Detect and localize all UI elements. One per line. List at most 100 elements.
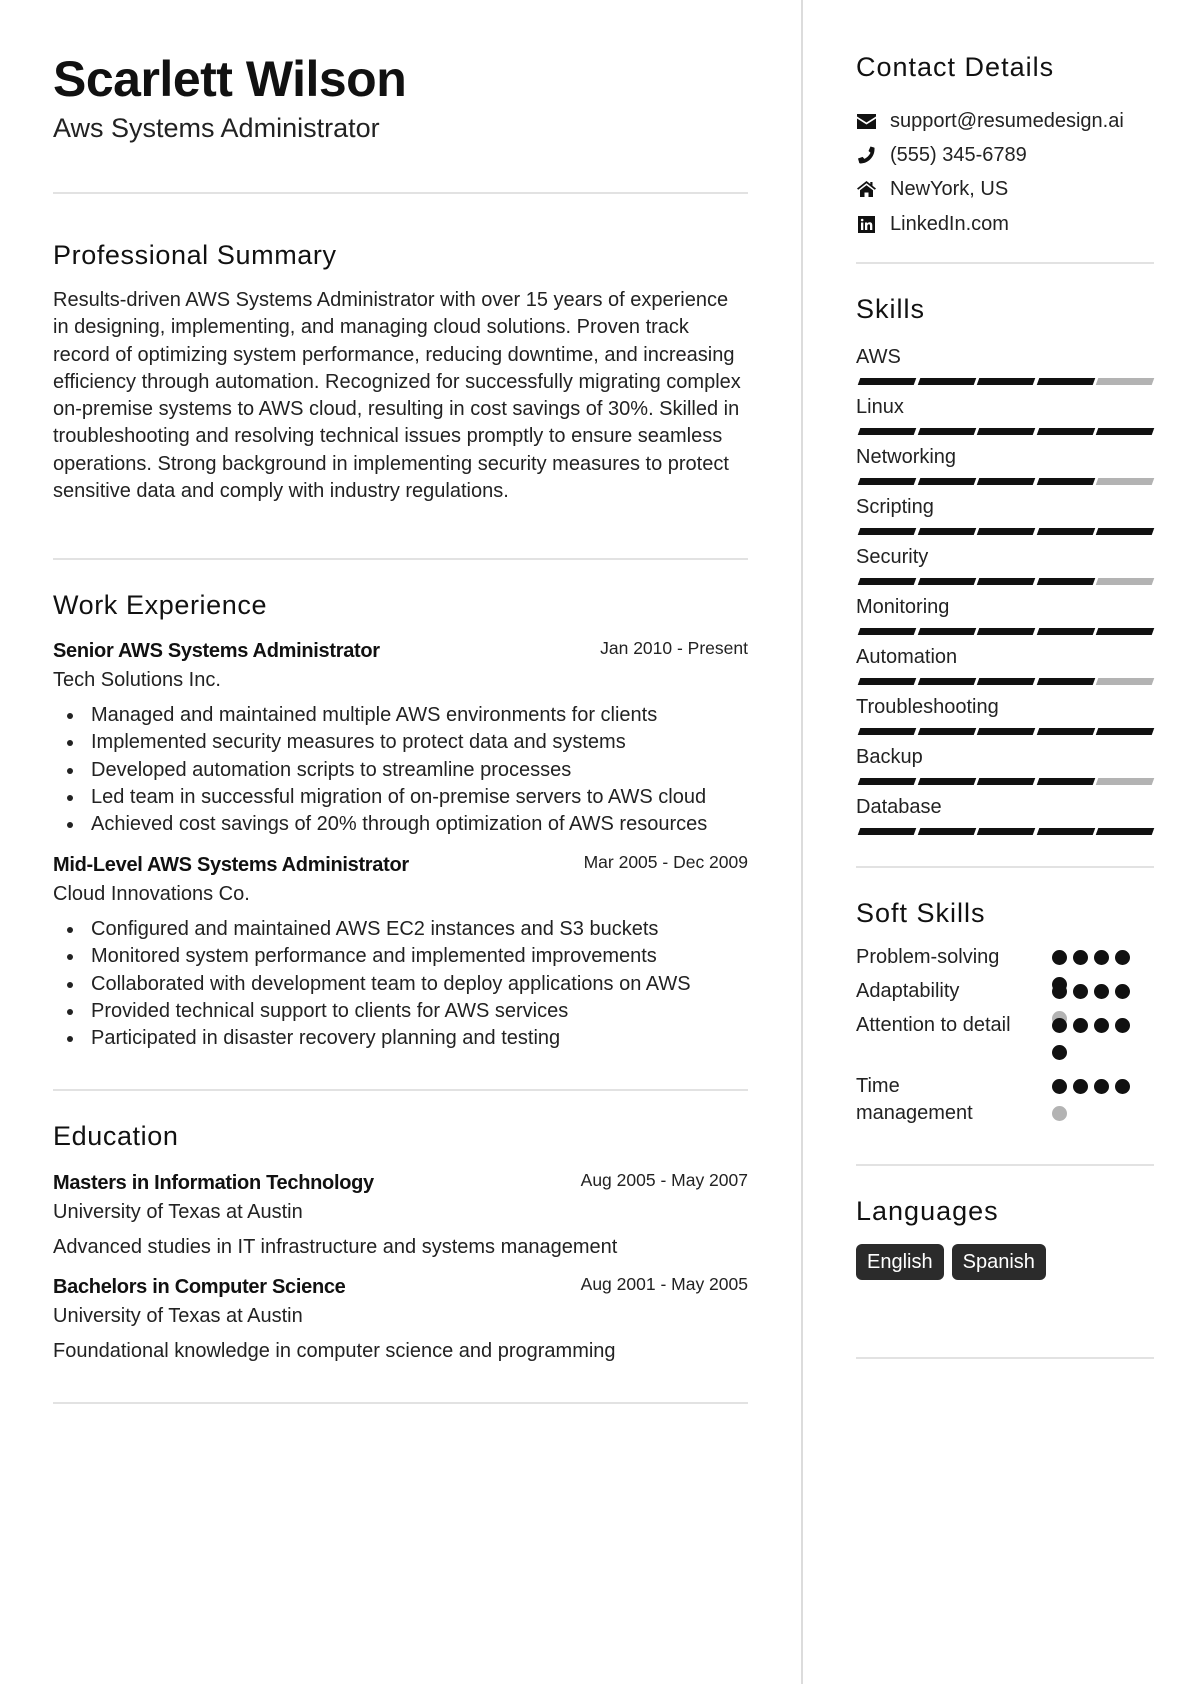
skill-segment-filled bbox=[917, 428, 976, 435]
header-divider bbox=[53, 192, 748, 194]
bullet-icon bbox=[67, 822, 73, 829]
skill-segment-filled bbox=[1036, 778, 1095, 785]
skill-segment-filled bbox=[1036, 378, 1095, 385]
soft-skill-rating bbox=[1052, 1018, 1138, 1060]
skill-item: Backup bbox=[856, 744, 1155, 794]
skill-segment-filled bbox=[1095, 828, 1155, 835]
contact-phone[interactable]: (555) 345-6789 bbox=[856, 142, 1027, 168]
rating-dot-empty bbox=[1052, 1106, 1067, 1121]
skill-name: Troubleshooting bbox=[856, 696, 999, 718]
skill-segment-filled bbox=[976, 578, 1036, 585]
education-dates: Aug 2005 - May 2007 bbox=[580, 1170, 748, 1190]
skill-name: Security bbox=[856, 546, 929, 568]
candidate-name: Scarlett Wilson bbox=[53, 51, 407, 107]
skill-name: Linux bbox=[856, 396, 904, 418]
rating-dot-filled bbox=[1094, 950, 1109, 965]
skill-segment-filled bbox=[976, 428, 1036, 435]
job-entry: Senior AWS Systems Administrator Jan 201… bbox=[53, 638, 748, 838]
skill-segment-filled bbox=[857, 678, 917, 685]
skill-segment-filled bbox=[976, 528, 1036, 535]
skill-item: Security bbox=[856, 544, 1155, 594]
skill-item: Networking bbox=[856, 444, 1155, 494]
skill-level-bar bbox=[856, 478, 1155, 485]
job-bullet: Monitored system performance and impleme… bbox=[53, 943, 748, 970]
skill-name: Database bbox=[856, 796, 942, 818]
job-title: Mid-Level AWS Systems Administrator bbox=[53, 854, 409, 876]
skill-segment-filled bbox=[917, 678, 976, 685]
rating-dot-filled bbox=[1115, 950, 1130, 965]
skill-segment-filled bbox=[857, 778, 917, 785]
job-bullet: Configured and maintained AWS EC2 instan… bbox=[53, 916, 748, 943]
skill-level-bar bbox=[856, 678, 1155, 685]
contact-linkedin[interactable]: LinkedIn.com bbox=[856, 211, 1009, 237]
contact-divider bbox=[856, 262, 1154, 264]
rating-dot-filled bbox=[1073, 1079, 1088, 1094]
contact-heading: Contact Details bbox=[856, 52, 1055, 82]
school: University of Texas at Austin bbox=[53, 1201, 303, 1223]
skill-item: Database bbox=[856, 794, 1155, 844]
education-entry: Masters in Information Technology Aug 20… bbox=[53, 1170, 748, 1261]
job-dates: Mar 2005 - Dec 2009 bbox=[583, 852, 748, 872]
skill-level-bar bbox=[856, 528, 1155, 535]
skill-segment-filled bbox=[976, 628, 1036, 635]
skill-segment-filled bbox=[1095, 528, 1155, 535]
bullet-icon bbox=[67, 713, 73, 719]
skill-segment-empty bbox=[1095, 578, 1155, 585]
job-bullet: Led team in successful migration of on-p… bbox=[53, 784, 748, 811]
job-bullet: Managed and maintained multiple AWS envi… bbox=[53, 702, 748, 729]
rating-dot-filled bbox=[1115, 1018, 1130, 1033]
skill-segment-filled bbox=[917, 578, 976, 585]
rating-dot-filled bbox=[1052, 984, 1067, 999]
skill-segment-filled bbox=[857, 578, 917, 585]
skill-segment-filled bbox=[857, 728, 917, 735]
soft-skill-rating bbox=[1052, 1079, 1138, 1121]
soft-skills-heading: Soft Skills bbox=[856, 898, 986, 928]
languages-divider bbox=[856, 1357, 1154, 1359]
bullet-icon bbox=[67, 927, 73, 933]
bullet-icon bbox=[67, 794, 73, 801]
skill-item: AWS bbox=[856, 344, 1155, 394]
phone-icon bbox=[856, 145, 876, 165]
soft-skill-name: Attention to detail bbox=[856, 1014, 1011, 1036]
skill-segment-filled bbox=[917, 528, 976, 535]
skill-level-bar bbox=[856, 578, 1155, 585]
skill-level-bar bbox=[856, 378, 1155, 385]
column-divider bbox=[801, 0, 803, 1684]
skill-segment-filled bbox=[976, 778, 1036, 785]
contact-email[interactable]: support@resumedesign.ai bbox=[856, 108, 1124, 134]
skill-item: Linux bbox=[856, 394, 1155, 444]
skill-level-bar bbox=[856, 828, 1155, 835]
skill-level-bar bbox=[856, 728, 1155, 735]
skill-segment-filled bbox=[917, 628, 976, 635]
skill-segment-filled bbox=[917, 828, 976, 835]
skill-segment-filled bbox=[976, 728, 1036, 735]
education-divider bbox=[53, 1402, 748, 1404]
skill-segment-filled bbox=[857, 478, 917, 485]
skill-level-bar bbox=[856, 428, 1155, 435]
skill-segment-empty bbox=[1095, 778, 1155, 785]
rating-dot-filled bbox=[1052, 1045, 1067, 1060]
summary-text: Results-driven AWS Systems Administrator… bbox=[53, 289, 741, 503]
skill-segment-empty bbox=[1095, 378, 1155, 385]
skill-segment-filled bbox=[1036, 728, 1095, 735]
job-bullet: Participated in disaster recovery planni… bbox=[53, 1025, 748, 1052]
job-entry: Mid-Level AWS Systems Administrator Mar … bbox=[53, 852, 748, 1052]
skill-segment-filled bbox=[857, 378, 917, 385]
linkedin-icon bbox=[856, 214, 876, 234]
job-bullet: Implemented security measures to protect… bbox=[53, 729, 748, 756]
skill-segment-filled bbox=[917, 728, 976, 735]
skill-name: Networking bbox=[856, 446, 957, 468]
education-description: Advanced studies in IT infrastructure an… bbox=[53, 1236, 618, 1258]
skill-name: Monitoring bbox=[856, 596, 950, 618]
skill-level-bar bbox=[856, 628, 1155, 635]
skill-segment-empty bbox=[1095, 678, 1155, 685]
summary-heading: Professional Summary bbox=[53, 240, 337, 270]
skills-heading: Skills bbox=[856, 294, 926, 324]
language-badge: English bbox=[856, 1244, 944, 1280]
rating-dot-filled bbox=[1094, 1079, 1109, 1094]
skill-segment-filled bbox=[1036, 478, 1095, 485]
rating-dot-filled bbox=[1052, 1079, 1067, 1094]
skill-item: Monitoring bbox=[856, 594, 1155, 644]
skill-segment-filled bbox=[1036, 678, 1095, 685]
rating-dot-filled bbox=[1115, 984, 1130, 999]
